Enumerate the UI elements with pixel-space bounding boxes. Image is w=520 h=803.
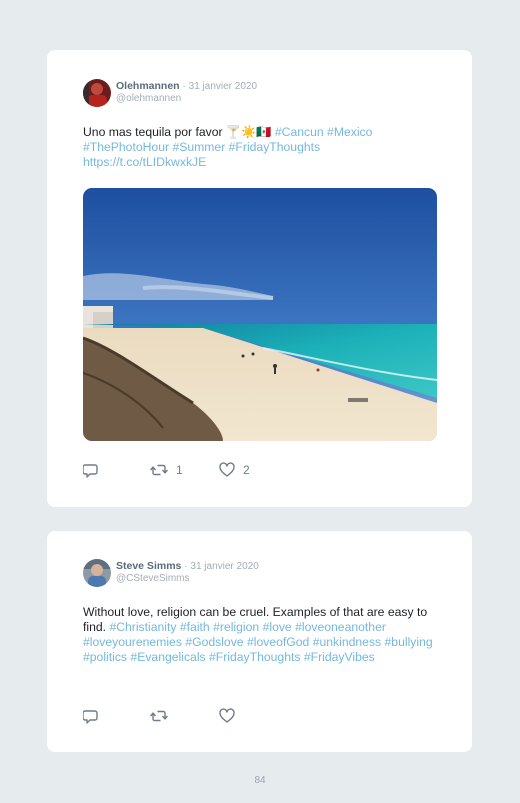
retweet-icon bbox=[150, 710, 168, 722]
tweet-link[interactable]: https://t.co/tLIDkwxkJE bbox=[83, 155, 206, 169]
hashtag[interactable]: #love bbox=[263, 620, 292, 634]
avatar[interactable] bbox=[83, 559, 111, 587]
hashtag[interactable]: #loveofGod bbox=[247, 635, 309, 649]
reply-button[interactable] bbox=[83, 708, 107, 724]
retweet-button[interactable]: 1 bbox=[150, 462, 183, 478]
tweet-date[interactable]: · 31 janvier 2020 bbox=[183, 81, 258, 92]
author-name[interactable]: Steve Simms bbox=[116, 560, 181, 572]
reply-icon bbox=[83, 710, 98, 724]
page-number: 84 bbox=[254, 775, 266, 786]
avatar[interactable] bbox=[83, 79, 111, 107]
like-button[interactable]: 2 bbox=[219, 462, 250, 478]
hashtag[interactable]: #bullying bbox=[385, 635, 433, 649]
hashtag[interactable]: #FridayVibes bbox=[304, 650, 375, 664]
hashtag[interactable]: #FridayThoughts bbox=[229, 140, 320, 154]
tweet-date[interactable]: · 31 janvier 2020 bbox=[184, 561, 259, 572]
hashtag[interactable]: #Summer bbox=[172, 140, 225, 154]
hashtag[interactable]: #loveoneanother bbox=[295, 620, 386, 634]
tweet-text: Uno mas tequila por favor 🍸☀️🇲🇽 #Cancun … bbox=[83, 125, 443, 170]
tweet-photo[interactable] bbox=[83, 188, 437, 441]
hashtag[interactable]: #Christianity bbox=[109, 620, 176, 634]
hashtag[interactable]: #politics bbox=[83, 650, 127, 664]
hashtag[interactable]: #religion bbox=[213, 620, 259, 634]
tweet-card: Olehmannen · 31 janvier 2020 @olehmannen… bbox=[47, 50, 472, 507]
hashtag[interactable]: #Godslove bbox=[185, 635, 243, 649]
reply-icon bbox=[83, 464, 98, 478]
hashtag[interactable]: #FridayThoughts bbox=[209, 650, 300, 664]
author-name[interactable]: Olehmannen bbox=[116, 80, 180, 92]
tweet-actions: 1 2 bbox=[83, 462, 283, 478]
hashtag[interactable]: #faith bbox=[180, 620, 210, 634]
hashtag[interactable]: #Mexico bbox=[327, 125, 372, 139]
hashtag[interactable]: #loveyourenemies bbox=[83, 635, 182, 649]
tweet-actions bbox=[83, 708, 283, 724]
hashtag[interactable]: #ThePhotoHour bbox=[83, 140, 169, 154]
like-button[interactable] bbox=[219, 708, 243, 724]
reply-button[interactable] bbox=[83, 462, 107, 478]
hashtag[interactable]: #Cancun bbox=[275, 125, 324, 139]
hashtag[interactable]: #Evangelicals bbox=[130, 650, 205, 664]
retweet-button[interactable] bbox=[150, 708, 176, 724]
beach-photo bbox=[83, 188, 437, 441]
retweet-icon bbox=[150, 464, 168, 476]
like-icon bbox=[219, 708, 235, 723]
tweet-text: Without love, religion can be cruel. Exa… bbox=[83, 605, 443, 665]
author-handle[interactable]: @CSteveSimms bbox=[116, 573, 190, 584]
author-handle[interactable]: @olehmannen bbox=[116, 93, 181, 104]
tweet-body: Uno mas tequila por favor 🍸☀️🇲🇽 bbox=[83, 125, 272, 139]
tweet-card: Steve Simms · 31 janvier 2020 @CSteveSim… bbox=[47, 531, 472, 752]
hashtag[interactable]: #unkindness bbox=[313, 635, 381, 649]
retweet-count: 1 bbox=[176, 463, 183, 477]
like-icon bbox=[219, 462, 235, 477]
like-count: 2 bbox=[243, 463, 250, 477]
